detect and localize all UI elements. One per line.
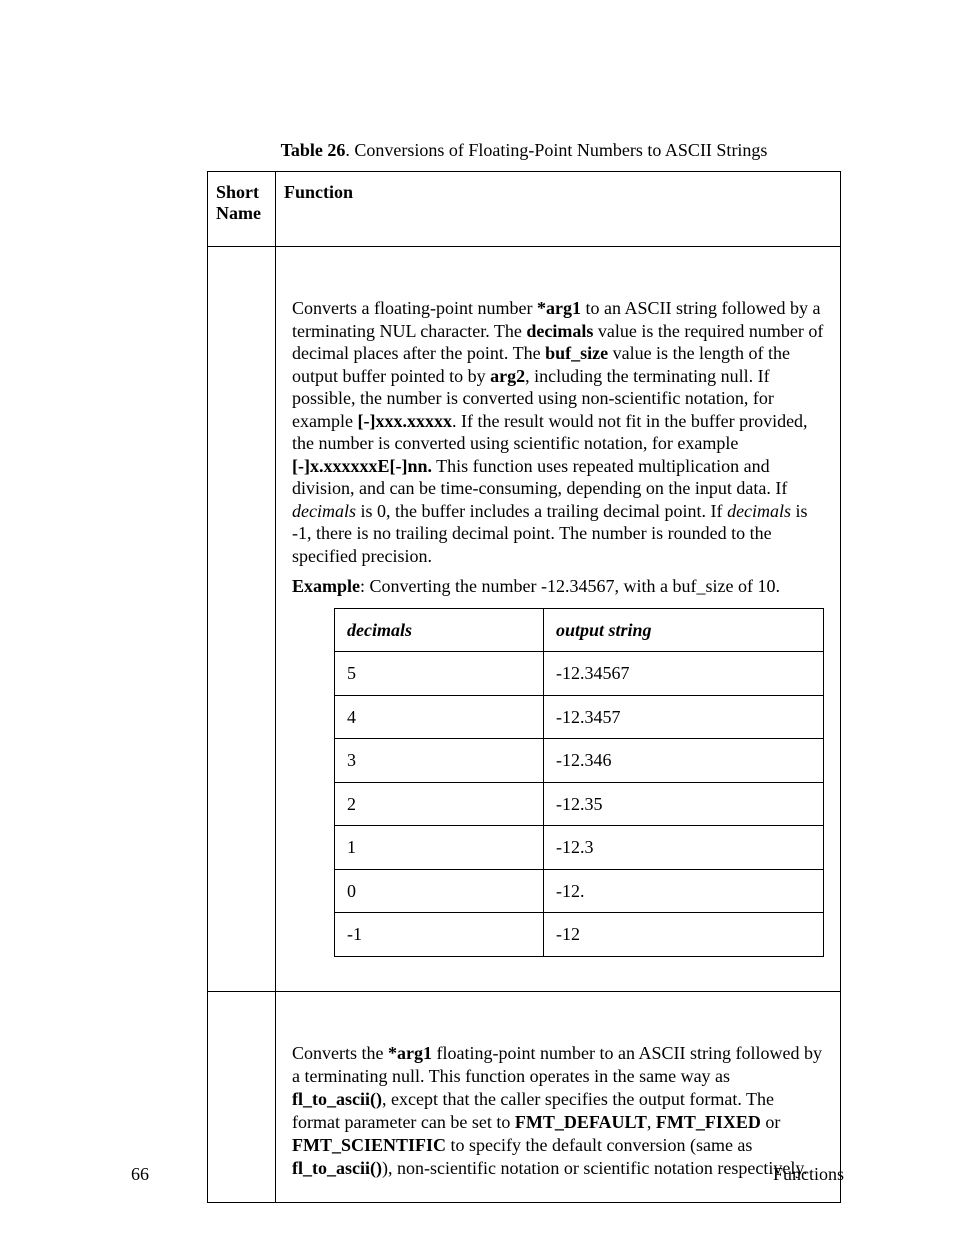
row2-paragraph: Converts the *arg1 floating-point number… (292, 1042, 824, 1180)
page-footer: 66 Functions (131, 1164, 844, 1185)
row1-function-cell: Converts a floating-point number *arg1 t… (276, 247, 841, 992)
table-row: -1-12 (335, 913, 824, 957)
caption-label: Table 26 (281, 140, 346, 160)
inner-table: decimals output string 5-12.34567 4-12.3… (334, 608, 824, 957)
inner-header-output: output string (544, 608, 824, 652)
row1-shortname-cell (208, 247, 276, 992)
table-caption: Table 26. Conversions of Floating-Point … (207, 140, 841, 161)
table-row: 1-12.3 (335, 826, 824, 870)
inner-header-decimals: decimals (335, 608, 544, 652)
caption-rest: . Conversions of Floating-Point Numbers … (345, 140, 767, 160)
table-row: 3-12.346 (335, 739, 824, 783)
row1-example: Example: Converting the number -12.34567… (292, 575, 824, 598)
section-name: Functions (773, 1164, 844, 1185)
outer-table: Short Name Function Converts a floating-… (207, 171, 841, 1203)
page-number: 66 (131, 1164, 149, 1185)
table-row: 0-12. (335, 869, 824, 913)
table-row: 4-12.3457 (335, 695, 824, 739)
table-row: 2-12.35 (335, 782, 824, 826)
row1-paragraph: Converts a floating-point number *arg1 t… (292, 297, 824, 567)
table-row: 5-12.34567 (335, 652, 824, 696)
header-short-name: Short Name (208, 172, 276, 247)
header-function: Function (276, 172, 841, 247)
